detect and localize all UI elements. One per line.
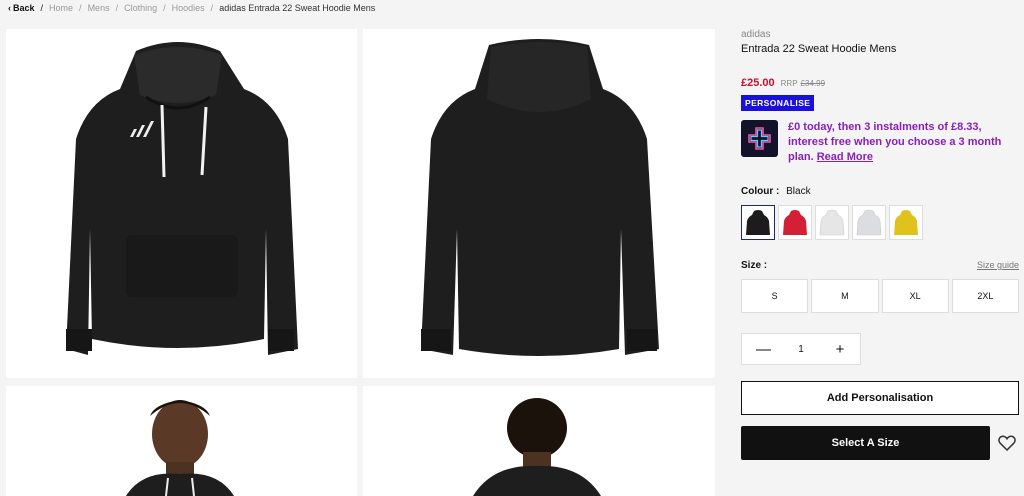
colour-row: Colour : Black xyxy=(741,186,1019,197)
colour-value: Black xyxy=(786,186,811,197)
product-title: Entrada 22 Sweat Hoodie Mens xyxy=(741,43,897,55)
product-info-panel: adidas Entrada 22 Sweat Hoodie Mens £25.… xyxy=(741,29,1019,460)
rrp-value: £34.99 xyxy=(800,79,826,88)
hoodie-grey-thumbnail xyxy=(856,209,882,236)
model-back-image xyxy=(473,398,601,496)
size-header: Size : Size guide xyxy=(741,260,1019,271)
add-personalisation-button[interactable]: Add Personalisation xyxy=(741,381,1019,415)
product-page: ‹ Back / Home / Mens / Clothing / Hoodie… xyxy=(0,0,1024,496)
product-image-back[interactable] xyxy=(363,29,715,378)
size-option-xl[interactable]: XL xyxy=(881,279,949,313)
hoodie-back-image xyxy=(421,39,659,356)
hoodie-red-thumbnail xyxy=(783,210,807,235)
model-front-image xyxy=(126,400,234,496)
back-link[interactable]: ‹ Back xyxy=(8,3,35,13)
personalise-badge: PERSONALISE xyxy=(741,95,815,111)
heart-icon[interactable] xyxy=(997,433,1017,453)
product-image-model-back[interactable] xyxy=(363,386,715,496)
swatch-black[interactable] xyxy=(741,205,775,240)
product-brand[interactable]: adidas xyxy=(741,29,1019,40)
colour-swatches xyxy=(741,205,1019,240)
product-image-front[interactable] xyxy=(6,29,357,378)
read-more-link[interactable]: Read More xyxy=(817,151,873,163)
increase-quantity-button[interactable]: + xyxy=(834,342,846,357)
swatch-white[interactable] xyxy=(815,205,849,240)
breadcrumb: ‹ Back / Home / Mens / Clothing / Hoodie… xyxy=(8,3,375,13)
colour-label: Colour : xyxy=(741,186,780,197)
rrp-label: RRP xyxy=(780,79,798,88)
klarna-promo: £0 today, then 3 instalments of £8.33, i… xyxy=(741,120,1019,165)
breadcrumb-separator: / xyxy=(115,3,119,13)
breadcrumb-clothing[interactable]: Clothing xyxy=(124,3,157,13)
size-option-2xl[interactable]: 2XL xyxy=(951,279,1019,313)
quantity-value[interactable]: 1 xyxy=(798,344,804,355)
breadcrumb-hoodies[interactable]: Hoodies xyxy=(172,3,205,13)
size-label: Size : xyxy=(741,260,768,271)
breadcrumb-separator: / xyxy=(40,3,44,13)
hoodie-front-image xyxy=(66,42,298,355)
breadcrumb-home[interactable]: Home xyxy=(49,3,73,13)
size-option-m[interactable]: M xyxy=(811,279,879,313)
breadcrumb-mens[interactable]: Mens xyxy=(88,3,110,13)
quantity-stepper: — 1 + xyxy=(741,333,861,365)
size-option-s[interactable]: S xyxy=(741,279,809,313)
breadcrumb-separator: / xyxy=(79,3,82,13)
select-size-row: Select A Size xyxy=(741,426,1019,460)
hoodie-yellow-thumbnail xyxy=(894,210,918,235)
select-size-button[interactable]: Select A Size xyxy=(741,426,990,460)
chevron-left-icon: ‹ xyxy=(8,3,11,13)
swatch-red[interactable] xyxy=(778,205,812,240)
swatch-yellow[interactable] xyxy=(889,205,923,240)
breadcrumb-separator: / xyxy=(163,3,166,13)
size-guide-link[interactable]: Size guide xyxy=(977,260,1019,271)
product-gallery xyxy=(6,29,715,496)
decrease-quantity-button[interactable]: — xyxy=(756,342,771,357)
price-row: £25.00 RRP £34.99 xyxy=(741,77,1019,89)
breadcrumb-current: adidas Entrada 22 Sweat Hoodie Mens xyxy=(219,3,376,13)
product-image-model-front[interactable] xyxy=(6,386,357,496)
hoodie-white-thumbnail xyxy=(819,209,845,236)
klarna-text: £0 today, then 3 instalments of £8.33, i… xyxy=(788,121,1002,163)
klarna-cross-icon xyxy=(741,120,778,157)
product-price: £25.00 xyxy=(741,77,775,89)
swatch-light-grey[interactable] xyxy=(852,205,886,240)
size-options: S M XL 2XL xyxy=(741,279,1019,313)
breadcrumb-separator: / xyxy=(210,3,214,13)
hoodie-black-thumbnail xyxy=(746,210,770,235)
rrp-price: RRP £34.99 xyxy=(781,79,825,88)
